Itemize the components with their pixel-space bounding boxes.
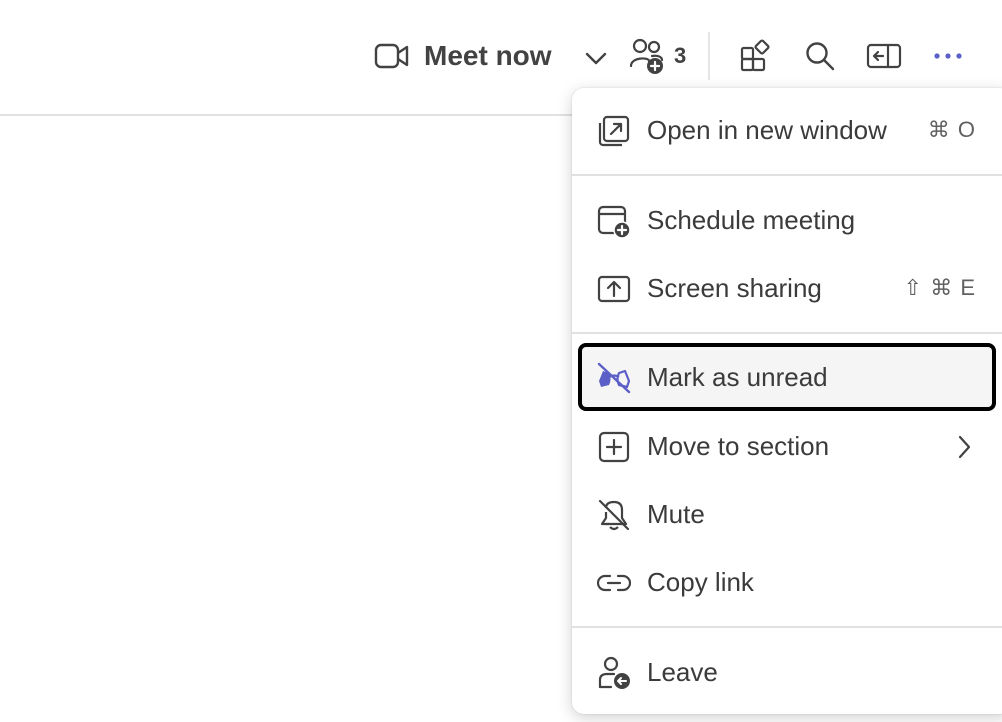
meet-now-label: Meet now [424, 40, 552, 71]
menu-item-schedule-meeting[interactable]: Schedule meeting [578, 186, 996, 254]
menu-item-label: Screen sharing [647, 272, 822, 303]
menu-item-label: Leave [647, 656, 718, 687]
more-options-button[interactable] [928, 36, 968, 76]
more-horizontal-icon [932, 52, 964, 60]
people-add-icon [628, 36, 668, 76]
search-button[interactable] [800, 36, 840, 76]
panel-left-icon [866, 42, 902, 70]
search-icon [804, 40, 836, 72]
chevron-right-icon [952, 434, 976, 460]
menu-item-shortcut: ⇧ ⌘ E [903, 275, 976, 300]
meet-now-button[interactable]: Meet now [374, 34, 552, 78]
menu-item-mark-as-unread[interactable]: Mark as unread [578, 343, 996, 411]
chevron-down-icon [584, 50, 608, 66]
menu-separator [572, 174, 1002, 176]
apps-button[interactable] [736, 36, 776, 76]
menu-item-move-to-section[interactable]: Move to section [578, 412, 996, 480]
menu-item-screen-sharing[interactable]: Screen sharing ⇧ ⌘ E [578, 254, 996, 322]
participants-count: 3 [674, 43, 687, 68]
bell-off-icon [596, 498, 632, 532]
menu-item-label: Copy link [647, 566, 754, 597]
menu-item-label: Schedule meeting [647, 204, 856, 235]
menu-separator [572, 626, 1002, 628]
menu-item-mute[interactable]: Mute [578, 480, 996, 548]
menu-item-label: Mute [647, 498, 705, 529]
menu-item-open-in-new-window[interactable]: Open in new window ⌘ O [578, 96, 996, 164]
menu-item-label: Move to section [647, 430, 830, 461]
add-square-icon [596, 430, 632, 464]
menu-item-label: Mark as unread [647, 361, 828, 392]
screen-share-icon [596, 272, 632, 306]
toolbar-divider [708, 32, 710, 80]
meet-now-dropdown-button[interactable] [580, 42, 612, 74]
menu-item-label: Open in new window [647, 114, 887, 145]
apps-add-icon [739, 39, 773, 73]
person-leave-icon [596, 656, 632, 690]
menu-item-copy-link[interactable]: Copy link [578, 548, 996, 616]
video-camera-icon [374, 42, 410, 70]
menu-separator [572, 332, 1002, 334]
side-panel-button[interactable] [864, 36, 904, 76]
eye-off-icon [596, 361, 632, 395]
menu-item-leave[interactable]: Leave [578, 638, 996, 706]
calendar-add-icon [596, 204, 632, 238]
menu-item-shortcut: ⌘ O [927, 117, 976, 142]
more-options-menu: Open in new window ⌘ O Schedule meeting … [572, 88, 1002, 714]
participants-button[interactable]: 3 [628, 36, 686, 76]
open-window-icon [596, 114, 632, 148]
link-icon [596, 566, 632, 600]
